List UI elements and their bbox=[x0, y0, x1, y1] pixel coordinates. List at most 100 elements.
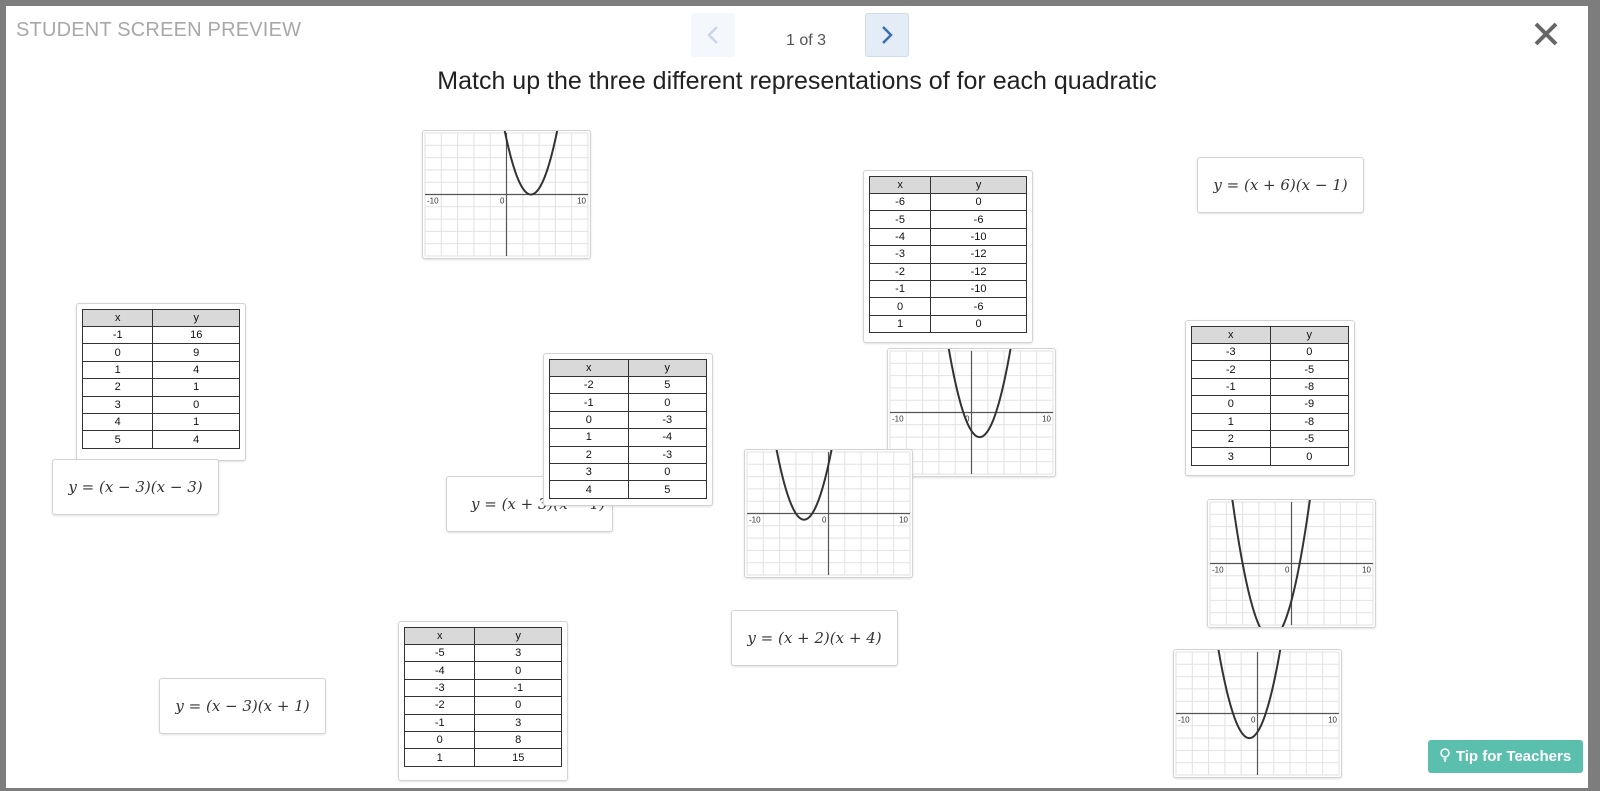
table-row: 2 -5 bbox=[1191, 429, 1349, 449]
graph-card[interactable]: -10 0 10 bbox=[744, 449, 913, 578]
table-cell: 0 bbox=[1269, 447, 1349, 466]
axis-tick-label: 10 bbox=[1042, 415, 1051, 424]
table-row: 0 -9 bbox=[1191, 395, 1349, 414]
table-header: y bbox=[1269, 326, 1349, 344]
table-card[interactable]: x y -6 0 -5 -6 -4 -10 -3 -12 -2 -12 -1 -10 0 -6 1 0 bbox=[863, 170, 1033, 343]
table-cell: -6 bbox=[930, 297, 1027, 316]
table-cell: 3 bbox=[474, 643, 562, 663]
table-card[interactable]: x y -2 5 -1 0 0 -3 1 -4 2 -3 3 0 4 5 bbox=[543, 353, 713, 506]
table-row: 10 bbox=[868, 314, 1027, 334]
table-row: 08 bbox=[403, 730, 562, 750]
table-cell: -3 bbox=[627, 445, 707, 464]
table-cell: 3 bbox=[549, 462, 629, 482]
table-cell: -5 bbox=[1269, 360, 1349, 379]
table-row: -2 5 bbox=[549, 375, 707, 395]
parabola-graph: -10 0 10 bbox=[424, 131, 589, 257]
table-cell: 4 bbox=[81, 412, 154, 432]
graph-card[interactable]: -10 0 10 bbox=[1173, 649, 1342, 778]
axis-tick-label: 0 bbox=[1285, 566, 1290, 575]
table-row: 1 15 bbox=[403, 748, 562, 767]
table-cell: -8 bbox=[1269, 377, 1349, 397]
next-page-button[interactable] bbox=[865, 13, 909, 57]
table-cell: 1 bbox=[868, 314, 932, 334]
table-header: y bbox=[474, 627, 562, 645]
equation-text: y = (x − 3)(x − 3) bbox=[68, 478, 203, 496]
table-header: y bbox=[152, 309, 240, 327]
axis-tick-label: 10 bbox=[1362, 566, 1371, 575]
axis-tick-label: -10 bbox=[749, 516, 761, 525]
table-cell: 2 bbox=[81, 378, 154, 397]
parabola-curve bbox=[775, 450, 833, 521]
value-table: x y -1 16 0 9 1 4 2 1 3 0 4 1 5 4 bbox=[81, 309, 240, 449]
table-cell: -3 bbox=[403, 678, 476, 698]
table-cell: 0 bbox=[930, 192, 1027, 212]
table-cell: 4 bbox=[152, 430, 240, 449]
table-header: x bbox=[81, 309, 154, 327]
table-row: -2 -5 bbox=[1191, 360, 1349, 379]
table-cell: 0 bbox=[549, 410, 629, 430]
table-row: 45 bbox=[549, 480, 707, 499]
equation-card[interactable]: y = (x − 3)(x + 1) bbox=[159, 678, 326, 734]
table-cell: -1 bbox=[403, 713, 476, 732]
graph-card[interactable]: -10 0 10 bbox=[422, 130, 591, 259]
table-cell: -1 bbox=[474, 678, 562, 698]
table-row: 2 -3 bbox=[549, 445, 707, 464]
table-cell: -3 bbox=[627, 410, 707, 430]
table-row: 14 bbox=[81, 360, 240, 380]
table-row: -2 -12 bbox=[868, 262, 1027, 281]
preview-label: STUDENT SCREEN PREVIEW bbox=[16, 19, 302, 41]
table-card[interactable]: x y -3 0 -2 -5 -1 -8 0 -9 1 -8 2 -5 3 0 bbox=[1185, 320, 1355, 476]
equation-card[interactable]: y = (x − 3)(x − 3) bbox=[52, 459, 219, 515]
table-cell: 1 bbox=[403, 748, 476, 767]
table-cell: -6 bbox=[930, 210, 1027, 229]
axis-tick-label: 0 bbox=[1251, 716, 1256, 725]
table-row: 1 -8 bbox=[1191, 412, 1349, 431]
table-header: x bbox=[549, 359, 629, 377]
table-cell: -12 bbox=[930, 262, 1027, 281]
table-row: -2 0 bbox=[403, 696, 562, 715]
table-cell: -1 bbox=[1191, 377, 1271, 397]
student-screen-preview-modal: STUDENT SCREEN PREVIEW 1 of 3 Match up t… bbox=[6, 6, 1588, 788]
table-cell: -10 bbox=[930, 227, 1027, 247]
table-card[interactable]: x y -5 3 -4 0 -3 -1 -2 0 -1 3 0 8 1 15 bbox=[398, 621, 568, 781]
table-row: -6 0 bbox=[868, 192, 1027, 212]
parabola-graph: -10 0 10 bbox=[1209, 500, 1374, 627]
graph-card[interactable]: -10 0 10 bbox=[1207, 499, 1376, 628]
table-cell: 4 bbox=[549, 480, 629, 499]
axis-tick-label: 10 bbox=[577, 197, 586, 206]
table-cell: 4 bbox=[152, 360, 240, 380]
table-cell: 3 bbox=[1191, 447, 1271, 466]
equation-text: y = (x + 6)(x − 1) bbox=[1213, 176, 1348, 194]
table-cell: 1 bbox=[1191, 412, 1271, 431]
table-row: -1 16 bbox=[81, 325, 240, 345]
table-card[interactable]: x y -1 16 0 9 1 4 2 1 3 0 4 1 5 4 bbox=[76, 303, 246, 461]
table-cell: -2 bbox=[403, 696, 476, 715]
table-header: x bbox=[1191, 326, 1271, 344]
value-table: x y -6 0 -5 -6 -4 -10 -3 -12 -2 -12 -1 -10 0 -6 1 0 bbox=[868, 176, 1027, 334]
table-row: 21 bbox=[81, 378, 240, 397]
equation-card[interactable]: y = (x + 2)(x + 4) bbox=[731, 610, 898, 666]
tip-for-teachers-button[interactable]: Tip for Teachers bbox=[1428, 740, 1583, 773]
table-row: -4 0 bbox=[403, 661, 562, 680]
value-table: x y -3 0 -2 -5 -1 -8 0 -9 1 -8 2 -5 3 0 bbox=[1191, 326, 1349, 466]
axis-tick-label: -10 bbox=[1178, 716, 1190, 725]
axis-tick-label: 0 bbox=[822, 516, 827, 525]
table-cell: 0 bbox=[152, 395, 240, 414]
table-row: 30 bbox=[81, 395, 240, 414]
chevron-right-icon bbox=[882, 26, 893, 44]
table-row: 54 bbox=[81, 430, 240, 449]
table-cell: -12 bbox=[930, 245, 1027, 264]
table-header: y bbox=[627, 359, 707, 377]
equation-card[interactable]: y = (x + 6)(x − 1) bbox=[1197, 157, 1364, 213]
table-cell: 0 bbox=[930, 314, 1027, 334]
value-table: x y -2 5 -1 0 0 -3 1 -4 2 -3 3 0 4 5 bbox=[549, 359, 707, 499]
table-row: 30 bbox=[549, 462, 707, 482]
close-button[interactable] bbox=[1530, 18, 1562, 50]
axis-tick-label: 0 bbox=[500, 197, 505, 206]
table-cell: 2 bbox=[1191, 429, 1271, 449]
table-row: 0 -3 bbox=[549, 410, 707, 430]
table-cell: -4 bbox=[627, 428, 707, 447]
chevron-left-icon bbox=[707, 26, 718, 44]
table-cell: -8 bbox=[1269, 412, 1349, 431]
previous-page-button[interactable] bbox=[691, 13, 735, 57]
